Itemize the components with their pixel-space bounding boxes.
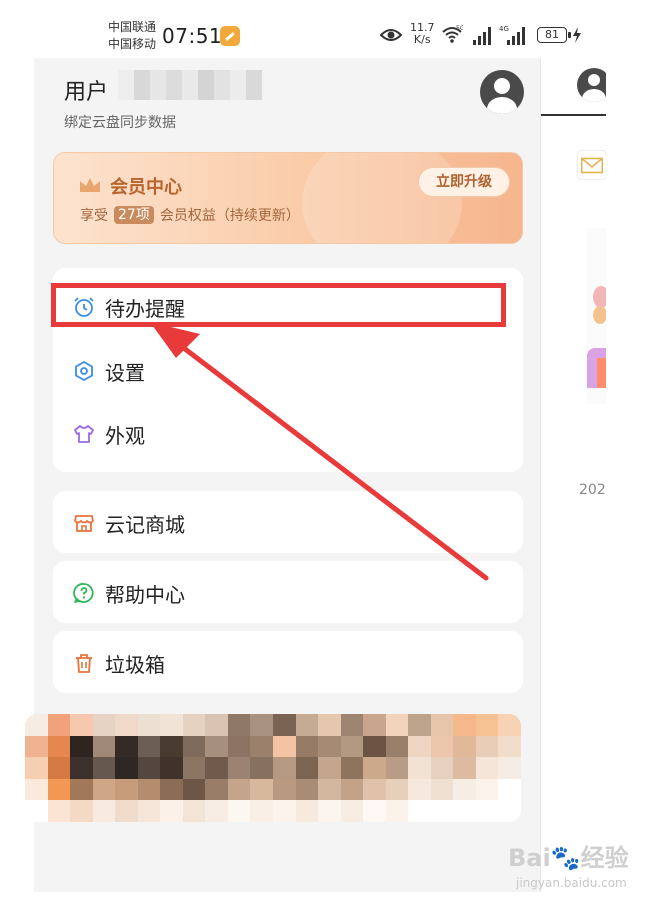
paw-logo-icon: 🐾 [550,844,581,872]
menu-group-help: 帮助中心 [53,561,523,623]
menu-label-settings: 设置 [105,360,145,385]
network-speed: 11.7 K/s [410,22,435,46]
annotation-highlight-box [51,283,506,327]
tab-underline [541,114,606,116]
avatar-head-shape [494,78,510,94]
vip-center-card[interactable]: 会员中心 享受 27项 会员权益（持续更新） 立即升级 [53,152,523,244]
note-date-text: 202 [579,482,606,498]
gear-icon [75,360,93,382]
username-redacted [118,70,262,100]
note-thumbnail-image[interactable] [587,228,606,404]
signal-bars-4g-icon: 4G [499,25,525,45]
menu-item-help-center[interactable]: 帮助中心 [53,564,523,622]
baidu-jingyan-watermark: Bai🐾经验 jingyan.baidu.com [508,838,638,894]
avatar-body-shape [582,89,606,102]
crown-icon [80,178,100,192]
battery-indicator: 81 [537,27,571,43]
menu-group-shop: 云记商城 [53,491,523,553]
notification-app-icon [220,26,240,46]
main-page-avatar[interactable] [577,68,606,102]
vip-desc-suffix: 会员权益（持续更新） [159,208,300,224]
menu-item-cloud-store[interactable]: 云记商城 [53,494,523,552]
status-bar: 中国联通 中国移动 07:51 11.7 K/s 5G 4G 81 [34,0,606,58]
user-name-label[interactable]: 用户 [64,74,108,106]
carrier-2: 中国移动 [108,37,157,51]
bind-cloud-hint[interactable]: 绑定云盘同步数据 [64,112,176,132]
illustration-shape [593,306,606,324]
menu-label-appearance: 外观 [105,423,145,448]
help-icon [73,583,94,603]
clock: 07:51 [162,24,223,48]
avatar-head-shape [588,74,600,86]
menu-item-settings[interactable]: 设置 [53,342,523,400]
main-page-peek[interactable]: 202 [540,58,606,892]
cell-label: 4G [499,25,509,33]
menu-label-cloud-store: 云记商城 [105,512,185,537]
carrier-1: 中国联通 [108,20,157,34]
menu-item-appearance[interactable]: 外观 [53,405,523,463]
user-avatar[interactable] [480,70,524,114]
net-speed-unit: K/s [413,33,431,46]
illustration-shape [593,286,606,308]
trash-icon [76,654,92,673]
mail-icon[interactable] [577,150,606,180]
illustration-shape [597,358,606,388]
charging-bolt-icon [573,27,581,43]
menu-group-trash: 垃圾箱 [53,631,523,693]
screenshot-stage: 中国联通 中国移动 07:51 11.7 K/s 5G 4G 81 用户 绑定云… [0,0,670,906]
signal-bars-icon [473,27,491,45]
watermark-url: jingyan.baidu.com [516,876,627,890]
vip-desc-prefix: 享受 [80,208,108,224]
avatar-body-shape [487,97,517,114]
upgrade-now-button[interactable]: 立即升级 [418,167,510,197]
watermark-brand: Bai🐾经验 [508,838,629,873]
vip-description: 享受 27项 会员权益（持续更新） [80,205,300,225]
menu-label-trash: 垃圾箱 [105,652,165,677]
wifi-icon: 5G [442,25,463,43]
menu-item-trash[interactable]: 垃圾箱 [53,634,523,692]
vip-title: 会员中心 [110,177,182,198]
store-icon [74,515,94,532]
promo-banner-pixelated[interactable] [25,714,521,822]
vip-benefit-count: 27项 [114,206,154,224]
eye-icon [380,29,402,41]
menu-label-help-center: 帮助中心 [105,582,185,607]
wifi-label: 5G [456,25,463,32]
watermark-brand-text: Bai [508,844,551,872]
watermark-brand-suffix: 经验 [580,844,629,872]
shirt-icon [74,425,94,443]
